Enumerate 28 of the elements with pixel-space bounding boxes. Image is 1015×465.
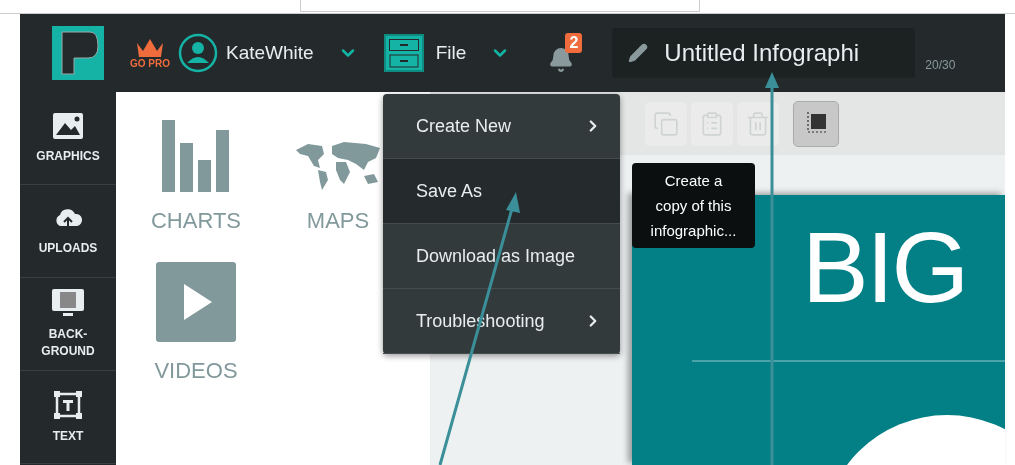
play-icon bbox=[156, 262, 236, 342]
bell-icon bbox=[548, 47, 575, 73]
logo-icon bbox=[52, 26, 104, 80]
sidebar-item[interactable]: BACK-GROUND bbox=[20, 278, 116, 371]
pencil-icon bbox=[628, 43, 649, 63]
canvas-heading: BIG bbox=[802, 217, 967, 317]
crown-icon bbox=[135, 37, 165, 59]
file-menu-button[interactable]: File bbox=[383, 34, 511, 72]
go-pro-button[interactable]: GO PRO bbox=[130, 37, 170, 69]
user-menu[interactable]: KateWhite bbox=[178, 33, 358, 73]
image-icon bbox=[52, 111, 84, 140]
user-avatar-icon bbox=[178, 33, 218, 73]
menu-item[interactable]: Troubleshooting bbox=[383, 289, 620, 354]
copy-icon bbox=[653, 110, 679, 137]
text-box-icon bbox=[53, 389, 83, 420]
title-field[interactable]: Untitled Infographi bbox=[612, 28, 916, 78]
sidebar-item[interactable]: GRAPHICS bbox=[20, 92, 116, 185]
page-count: 20/30 bbox=[925, 57, 956, 74]
trash-icon bbox=[745, 110, 771, 137]
menu-item[interactable]: Download as Image bbox=[383, 224, 620, 289]
tooltip: Create a copy of this infographic... bbox=[632, 163, 755, 248]
toolbar-button[interactable] bbox=[793, 100, 839, 147]
monitor-icon bbox=[51, 288, 85, 318]
file-cabinet-icon bbox=[383, 34, 424, 72]
notification-count: 2 bbox=[565, 33, 583, 53]
bar-chart-icon bbox=[162, 120, 230, 192]
menu-item[interactable]: Save As bbox=[383, 159, 620, 224]
world-map-icon bbox=[294, 140, 382, 192]
